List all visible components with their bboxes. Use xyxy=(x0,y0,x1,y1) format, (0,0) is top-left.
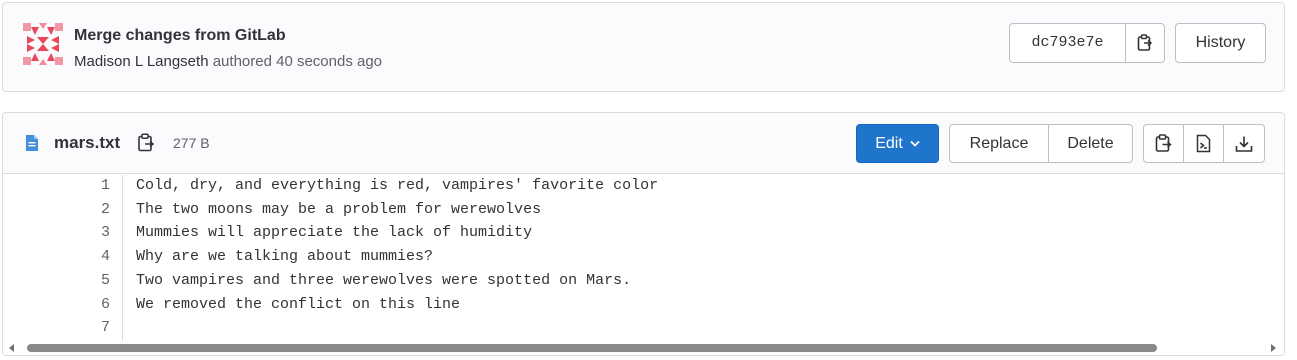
copy-contents-icon xyxy=(1155,134,1172,152)
copy-icon xyxy=(1137,34,1153,51)
line-number[interactable]: 3 xyxy=(70,224,110,241)
commit-title-link[interactable]: Merge changes from GitLab xyxy=(74,27,286,45)
download-button[interactable] xyxy=(1224,125,1264,162)
line-numbers-gutter: 1 2 3 4 5 6 7 xyxy=(3,175,123,341)
commit-sha-group: dc793e7e xyxy=(1009,23,1165,63)
file-text-icon xyxy=(26,135,38,151)
line-number[interactable]: 2 xyxy=(70,201,110,218)
code-line: The two moons may be a problem for werew… xyxy=(136,201,542,218)
copy-contents-button[interactable] xyxy=(1144,125,1184,162)
edit-label: Edit xyxy=(875,134,903,152)
commit-author-link[interactable]: Madison L Langseth xyxy=(74,53,209,70)
scroll-right-arrow-icon[interactable] xyxy=(1271,344,1276,352)
open-raw-icon xyxy=(1196,134,1211,153)
code-viewer: 1 2 3 4 5 6 7 Cold, dry, and everything … xyxy=(3,175,1284,341)
line-number[interactable]: 5 xyxy=(70,272,110,289)
history-button[interactable]: History xyxy=(1175,23,1266,63)
edit-dropdown-button[interactable]: Edit xyxy=(856,124,939,163)
file-header: mars.txt 277 B Edit Replace Delete xyxy=(3,113,1284,174)
avatar[interactable] xyxy=(23,23,63,65)
line-number[interactable]: 4 xyxy=(70,248,110,265)
line-number[interactable]: 1 xyxy=(70,177,110,194)
code-line: We removed the conflict on this line xyxy=(136,296,461,313)
line-number[interactable]: 7 xyxy=(70,319,110,336)
copy-file-path-icon[interactable] xyxy=(137,133,155,153)
code-line: Mummies will appreciate the lack of humi… xyxy=(136,224,533,241)
file-size: 277 B xyxy=(173,135,210,151)
chevron-down-icon xyxy=(910,140,920,147)
scrollbar-thumb[interactable] xyxy=(27,344,1157,352)
file-actions-group: Replace Delete xyxy=(949,124,1133,163)
scroll-left-arrow-icon[interactable] xyxy=(9,344,14,352)
file-viewer: mars.txt 277 B Edit Replace Delete 1 2 3… xyxy=(2,112,1285,356)
file-icon-actions-group xyxy=(1143,124,1265,163)
commit-meta: Madison L Langseth authored 40 seconds a… xyxy=(74,53,382,70)
replace-button[interactable]: Replace xyxy=(950,125,1049,162)
open-raw-button[interactable] xyxy=(1184,125,1224,162)
copy-sha-button[interactable] xyxy=(1126,24,1164,62)
line-number[interactable]: 6 xyxy=(70,296,110,313)
horizontal-scrollbar[interactable] xyxy=(3,341,1284,355)
commit-sha[interactable]: dc793e7e xyxy=(1010,24,1126,62)
last-commit-card: Merge changes from GitLab Madison L Lang… xyxy=(2,2,1285,92)
delete-button[interactable]: Delete xyxy=(1049,125,1132,162)
commit-authored-time: authored 40 seconds ago xyxy=(212,53,383,70)
file-name: mars.txt xyxy=(54,133,121,152)
code-line: Why are we talking about mummies? xyxy=(136,248,434,265)
download-icon xyxy=(1235,136,1253,152)
code-line: Cold, dry, and everything is red, vampir… xyxy=(136,177,659,194)
code-line: Two vampires and three werewolves were s… xyxy=(136,272,632,289)
